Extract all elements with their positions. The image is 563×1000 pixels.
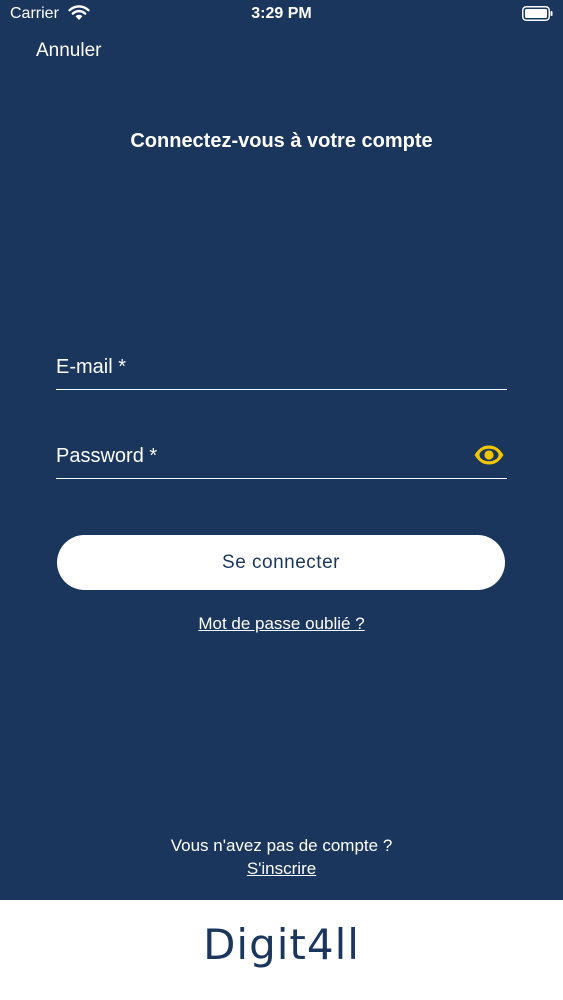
battery-icon [522,6,553,21]
password-field-container [56,435,507,479]
login-button[interactable]: Se connecter [57,535,505,590]
page-title: Connectez-vous à votre compte [130,130,433,152]
status-bar: Carrier 3:29 PM [0,0,563,30]
eye-icon[interactable] [473,444,505,466]
signup-link[interactable]: S'inscrire [0,859,563,879]
cancel-button[interactable]: Annuler [36,40,102,62]
login-screen: Carrier 3:29 PM Annuler Connectez-vous à… [0,0,563,900]
brand-logo: Digit4ll [203,920,360,969]
no-account-prompt: Vous n'avez pas de compte ? [170,836,393,855]
status-time: 3:29 PM [251,5,312,22]
password-field[interactable] [56,435,507,477]
email-field[interactable] [56,346,507,388]
email-field-container [56,346,507,390]
footer: Digit4ll [0,900,563,1000]
forgot-password-link[interactable]: Mot de passe oublié ? [0,614,563,634]
